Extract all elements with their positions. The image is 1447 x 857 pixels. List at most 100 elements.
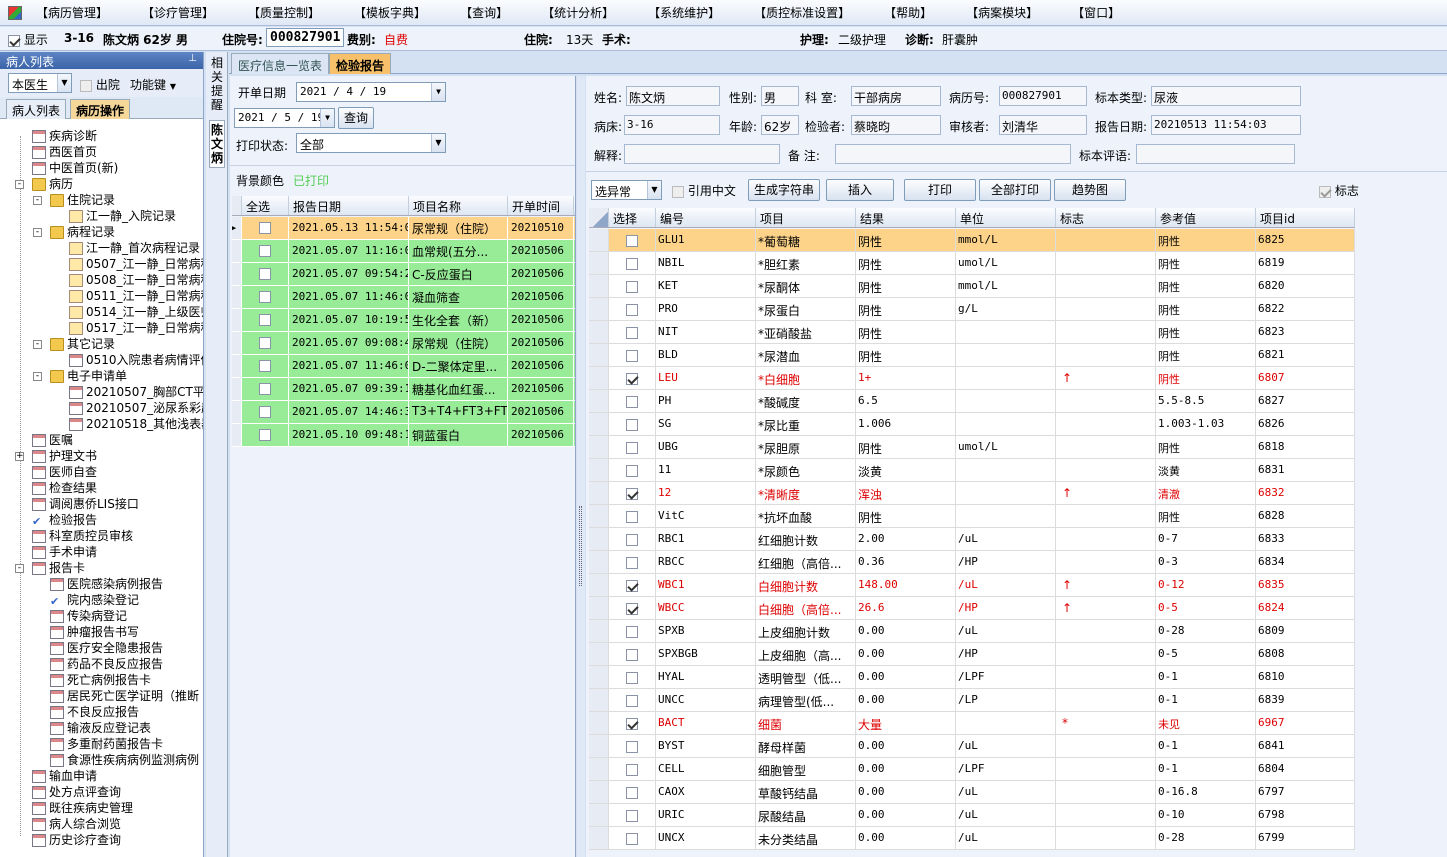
tab-current-patient[interactable]: 陈文炳 (209, 120, 225, 168)
result-row[interactable]: SG *尿比重 1.006 1.003-1.03 6826 (589, 413, 1355, 436)
report-checkbox[interactable] (259, 314, 271, 326)
tree-node[interactable]: 电子申请单 (50, 368, 127, 384)
result-checkbox[interactable] (626, 533, 638, 546)
filter-select[interactable]: 选异常 ▼ (591, 180, 662, 200)
result-row[interactable]: WBCC 白细胞（高倍... 26.6/HP ↑ 0-5 6824 (589, 597, 1355, 620)
chevron-down-icon[interactable]: ▼ (647, 181, 661, 199)
item-header[interactable]: 项目 (756, 208, 856, 227)
show-checkbox[interactable] (8, 34, 20, 47)
item-id-header[interactable]: 项目id (1256, 208, 1355, 227)
tree-expander-icon[interactable]: - (15, 564, 24, 573)
result-select-cell[interactable] (609, 229, 656, 251)
result-select-cell[interactable] (609, 666, 656, 688)
chevron-down-icon[interactable]: ▼ (57, 74, 71, 92)
result-checkbox[interactable] (626, 280, 638, 293)
result-row[interactable]: PH *酸碱度 6.5 5.5-8.5 6827 (589, 390, 1355, 413)
result-checkbox[interactable] (626, 326, 638, 339)
result-checkbox[interactable] (626, 372, 638, 385)
item-name-header[interactable]: 项目名称 (409, 196, 508, 215)
tree-node[interactable]: 既往疾病史管理 (32, 800, 133, 816)
tree-node[interactable]: 输液反应登记表 (50, 720, 151, 736)
splitter-grip[interactable] (579, 506, 582, 586)
print-all-button[interactable]: 全部打印 (979, 179, 1051, 201)
tab-related-reminders[interactable]: 相关提醒 (209, 56, 225, 112)
report-select-cell[interactable] (242, 378, 289, 400)
result-row[interactable]: PRO *尿蛋白 阴性 g/L 阴性 6822 (589, 298, 1355, 321)
report-checkbox[interactable] (259, 222, 271, 234)
result-select-cell[interactable] (609, 804, 656, 826)
result-row[interactable]: 12 *清晰度 浑浊 ↑ 清澈 6832 (589, 482, 1355, 505)
result-checkbox[interactable] (626, 832, 638, 845)
result-select-cell[interactable] (609, 321, 656, 343)
result-row[interactable]: RBC1 红细胞计数 2.00/uL 0-7 6833 (589, 528, 1355, 551)
result-select-cell[interactable] (609, 620, 656, 642)
report-select-cell[interactable] (242, 286, 289, 308)
select-all-header[interactable]: 全选 (242, 196, 289, 215)
tree-expander-icon[interactable]: - (33, 372, 42, 381)
result-row[interactable]: CELL 细胞管型 0.00/LPF 0-1 6804 (589, 758, 1355, 781)
tree-node[interactable]: 病历 (32, 176, 73, 192)
result-row[interactable]: WBC1 白细胞计数 148.00/uL ↑ 0-12 6835 (589, 574, 1355, 597)
result-checkbox[interactable] (626, 487, 638, 500)
tree-expander-icon[interactable]: - (33, 340, 42, 349)
report-row[interactable]: 2021.05.07 11:46:08 D-二聚体定里... 20210506 (232, 355, 575, 378)
start-date-picker[interactable]: 2021 / 4 / 19 ▼ (296, 82, 446, 102)
tree-node[interactable]: 住院记录 (50, 192, 115, 208)
flag-header[interactable]: 标志 (1056, 208, 1156, 227)
result-select-cell[interactable] (609, 367, 656, 389)
report-row[interactable]: 2021.05.07 14:46:33 T3+T4+FT3+FT... 202105… (232, 401, 575, 424)
result-select-cell[interactable] (609, 298, 656, 320)
result-row[interactable]: BLD *尿潜血 阴性 阴性 6821 (589, 344, 1355, 367)
tree-node[interactable]: 输血申请 (32, 768, 97, 784)
splitter[interactable] (577, 76, 585, 857)
function-key-menu[interactable]: 功能键 ▼ (130, 76, 176, 93)
cite-chinese-toggle[interactable]: 引用中文 (672, 182, 736, 199)
tree-node[interactable]: 疾病诊断 (32, 128, 97, 144)
result-row[interactable]: SPXBGB 上皮细胞（高... 0.00/HP 0-5 6808 (589, 643, 1355, 666)
result-checkbox[interactable] (626, 234, 638, 247)
result-checkbox[interactable] (626, 717, 638, 730)
report-select-cell[interactable] (242, 263, 289, 285)
tree-node[interactable]: 调阅惠侨LIS接口 (32, 496, 139, 512)
report-checkbox[interactable] (259, 383, 271, 395)
tree-node[interactable]: 0511_江一静_日常病程 (69, 288, 203, 304)
tab-lab-report[interactable]: 检验报告 (329, 53, 392, 74)
tab-record-operations[interactable]: 病历操作 (70, 99, 131, 119)
result-select-cell[interactable] (609, 643, 656, 665)
tree-node[interactable]: 20210507_胸部CT平扫 (69, 384, 203, 400)
tree-node[interactable]: 处方点评查询 (32, 784, 121, 800)
result-checkbox[interactable] (626, 441, 638, 454)
tree-expander-icon[interactable]: - (33, 196, 42, 205)
result-checkbox[interactable] (626, 303, 638, 316)
tree-node[interactable]: 0517_江一静_日常病程 (69, 320, 203, 336)
result-row[interactable]: BYST 酵母样菌 0.00/uL 0-1 6841 (589, 735, 1355, 758)
tree-node[interactable]: 食源性疾病病例监测病例 (50, 752, 199, 768)
menu-item[interactable]: 【查询】 (460, 4, 508, 21)
result-select-cell[interactable] (609, 505, 656, 527)
report-select-cell[interactable] (242, 332, 289, 354)
tree-expander-icon[interactable]: - (15, 180, 24, 189)
report-select-cell[interactable] (242, 217, 289, 239)
menu-item[interactable]: 【系统维护】 (648, 4, 720, 21)
tree-node[interactable]: 肿瘤报告书写 (50, 624, 139, 640)
report-checkbox[interactable] (259, 406, 271, 418)
tree-expander-icon[interactable]: + (15, 452, 24, 461)
print-button[interactable]: 打印 (904, 179, 976, 201)
result-checkbox[interactable] (626, 740, 638, 753)
end-date-picker[interactable]: 2021 / 5 / 19 ▼ (234, 108, 335, 128)
order-time-header[interactable]: 开单时间 (508, 196, 574, 215)
tree-node[interactable]: 报告卡 (32, 560, 85, 576)
report-checkbox[interactable] (259, 337, 271, 349)
report-select-cell[interactable] (242, 355, 289, 377)
result-checkbox[interactable] (626, 763, 638, 776)
result-checkbox[interactable] (626, 510, 638, 523)
result-select-cell[interactable] (609, 528, 656, 550)
reference-header[interactable]: 参考值 (1156, 208, 1256, 227)
menu-item[interactable]: 【帮助】 (884, 4, 932, 21)
result-checkbox[interactable] (626, 349, 638, 362)
tree-node[interactable]: 死亡病例报告卡 (50, 672, 151, 688)
result-row[interactable]: URIC 尿酸结晶 0.00/uL 0-10 6798 (589, 804, 1355, 827)
result-select-cell[interactable] (609, 597, 656, 619)
tree-node[interactable]: 医疗安全隐患报告 (50, 640, 163, 656)
unit-header[interactable]: 单位 (956, 208, 1056, 227)
